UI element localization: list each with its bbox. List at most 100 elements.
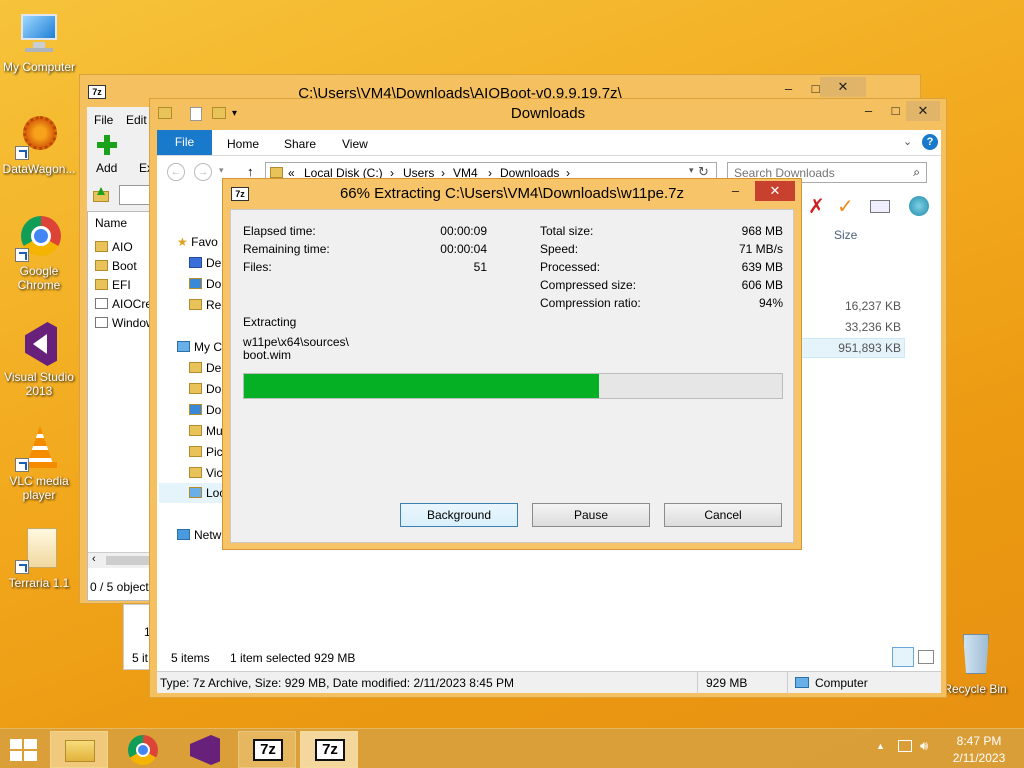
show-hidden-icons-icon[interactable]: ▲ bbox=[876, 741, 885, 751]
taskbar-chrome[interactable] bbox=[114, 731, 172, 768]
properties-icon[interactable] bbox=[190, 107, 202, 121]
desktop-icon-terraria[interactable]: Terraria 1.1 bbox=[2, 526, 76, 590]
maximize-button[interactable]: □ bbox=[882, 101, 909, 121]
list-item[interactable]: AIO bbox=[95, 240, 133, 254]
info-icon[interactable] bbox=[870, 200, 890, 213]
forward-button[interactable]: → bbox=[194, 163, 212, 181]
close-button[interactable]: ✕ bbox=[906, 101, 940, 121]
menu-edit[interactable]: Edit bbox=[126, 113, 147, 127]
close-button[interactable]: ✕ bbox=[820, 77, 866, 97]
list-item[interactable]: EFI bbox=[95, 278, 131, 292]
nav-item[interactable]: De bbox=[189, 361, 221, 375]
minimize-button[interactable]: – bbox=[722, 181, 749, 201]
extract-dialog-body: Elapsed time: 00:00:09 Remaining time: 0… bbox=[230, 209, 794, 543]
delete-icon[interactable]: ✗ bbox=[808, 194, 825, 219]
computer-icon bbox=[795, 677, 809, 688]
nav-favorites[interactable]: ★ Favo bbox=[177, 235, 218, 249]
desktop-icon-google-chrome[interactable]: Google Chrome bbox=[2, 214, 76, 292]
shell-icon[interactable] bbox=[909, 196, 929, 216]
processed-label: Processed: bbox=[540, 260, 601, 274]
column-header-size[interactable]: Size bbox=[834, 228, 857, 242]
close-button[interactable]: ✕ bbox=[755, 181, 795, 201]
pause-button[interactable]: Pause bbox=[532, 503, 650, 527]
desktop-icon-visual-studio[interactable]: Visual Studio 2013 bbox=[2, 320, 76, 398]
desktop-icon-label: Terraria 1.1 bbox=[8, 576, 70, 590]
up-button[interactable]: ↑ bbox=[247, 164, 254, 179]
extract-dialog[interactable]: 7z 66% Extracting C:\Users\VM4\Downloads… bbox=[222, 178, 802, 550]
nav-item[interactable]: Mu bbox=[189, 424, 223, 438]
total-size-value: 968 MB bbox=[741, 224, 783, 238]
taskbar-7zip-active[interactable]: 7z bbox=[300, 731, 358, 768]
tab-share[interactable]: Share bbox=[284, 137, 316, 151]
clock-time[interactable]: 8:47 PM bbox=[944, 734, 1014, 748]
cancel-button[interactable]: Cancel bbox=[664, 503, 782, 527]
new-folder-icon[interactable] bbox=[212, 107, 226, 119]
progress-bar bbox=[243, 373, 783, 399]
scroll-left-icon[interactable]: ‹ bbox=[92, 553, 96, 565]
list-item[interactable]: Window bbox=[95, 316, 155, 330]
speed-label: Speed: bbox=[540, 242, 579, 256]
details-text: Type: 7z Archive, Size: 929 MB, Date mod… bbox=[160, 676, 514, 690]
details-location: Computer bbox=[815, 676, 868, 690]
desktop-icon-label: Visual Studio 2013 bbox=[4, 370, 74, 398]
column-header-name[interactable]: Name bbox=[95, 216, 127, 230]
tab-home[interactable]: Home bbox=[227, 137, 259, 151]
volume-icon[interactable]: 🔊︎ bbox=[920, 738, 928, 754]
address-dropdown-icon[interactable]: ▾ bbox=[689, 165, 694, 176]
desktop-icon-my-computer[interactable]: My Computer bbox=[2, 10, 76, 74]
explorer-titlebar[interactable]: ▾ Downloads – □ ✕ bbox=[150, 99, 946, 129]
sevenzip-app-icon: 7z bbox=[88, 85, 106, 99]
visual-studio-icon bbox=[190, 735, 220, 765]
checkmark-icon[interactable]: ✓ bbox=[837, 194, 854, 219]
back-button[interactable]: ← bbox=[167, 163, 185, 181]
list-item[interactable]: Boot bbox=[95, 259, 137, 273]
file-size: 16,237 KB bbox=[844, 299, 901, 313]
extract-dialog-title: 66% Extracting C:\Users\VM4\Downloads\w1… bbox=[339, 185, 685, 202]
clock-date[interactable]: 2/11/2023 bbox=[944, 751, 1014, 765]
chevron-down-icon[interactable]: ▾ bbox=[232, 99, 237, 129]
taskbar-visual-studio[interactable] bbox=[176, 731, 234, 768]
sevenzip-file-list[interactable]: Name AIO Boot EFI AIOCre Window ‹ 0 / 5 … bbox=[87, 211, 158, 601]
desktop-icon-datawagon[interactable]: DataWagon... bbox=[2, 112, 76, 176]
search-icon[interactable]: ⌕ bbox=[913, 165, 920, 180]
menu-file[interactable]: File bbox=[94, 113, 113, 127]
ribbon-expand-icon[interactable]: ⌄ bbox=[903, 135, 912, 148]
help-icon[interactable]: ? bbox=[922, 134, 938, 150]
up-folder-icon[interactable] bbox=[93, 187, 109, 203]
network-icon[interactable] bbox=[898, 740, 912, 752]
start-button[interactable] bbox=[10, 739, 38, 761]
horizontal-scrollbar[interactable]: ‹ bbox=[88, 552, 158, 568]
desktop-icon-recycle-bin[interactable]: Recycle Bin bbox=[938, 632, 1012, 696]
taskbar-file-explorer[interactable] bbox=[50, 731, 108, 768]
taskbar-7zip[interactable]: 7z bbox=[238, 731, 296, 768]
minimize-button[interactable]: – bbox=[775, 79, 802, 99]
nav-item[interactable]: Vic bbox=[189, 466, 222, 480]
details-view-button[interactable] bbox=[892, 647, 914, 667]
compression-ratio-value: 94% bbox=[758, 296, 783, 310]
desktop-icon-vlc[interactable]: VLC media player bbox=[2, 424, 76, 502]
nav-item[interactable]: Pic bbox=[189, 445, 223, 459]
explorer-title: Downloads bbox=[510, 105, 586, 122]
extract-dialog-titlebar[interactable]: 7z 66% Extracting C:\Users\VM4\Downloads… bbox=[223, 179, 801, 207]
minimize-button[interactable]: – bbox=[855, 101, 882, 121]
operation-label: Extracting bbox=[243, 315, 297, 329]
7zip-icon: 7z bbox=[315, 739, 345, 761]
visual-studio-icon bbox=[15, 320, 63, 368]
desktop-icon-label: VLC media player bbox=[9, 474, 69, 502]
add-button-label[interactable]: Add bbox=[96, 161, 117, 175]
nav-item-selected[interactable]: Loc bbox=[159, 483, 225, 503]
nav-item[interactable]: Do bbox=[189, 382, 221, 396]
background-button[interactable]: Background bbox=[400, 503, 518, 527]
nav-item[interactable]: Do bbox=[189, 277, 221, 291]
nav-network[interactable]: Netw bbox=[177, 528, 221, 542]
large-icons-view-button[interactable] bbox=[918, 650, 934, 664]
nav-item[interactable]: De bbox=[189, 256, 221, 270]
add-icon[interactable] bbox=[97, 135, 117, 155]
recent-locations-icon[interactable]: ▾ bbox=[219, 165, 224, 176]
list-item[interactable]: AIOCre bbox=[95, 297, 152, 311]
nav-item[interactable]: Do bbox=[189, 403, 221, 417]
tab-view[interactable]: View bbox=[342, 137, 368, 151]
nav-my-computer[interactable]: My C bbox=[177, 340, 222, 354]
tab-file[interactable]: File bbox=[157, 130, 212, 155]
details-size: 929 MB bbox=[706, 676, 748, 690]
